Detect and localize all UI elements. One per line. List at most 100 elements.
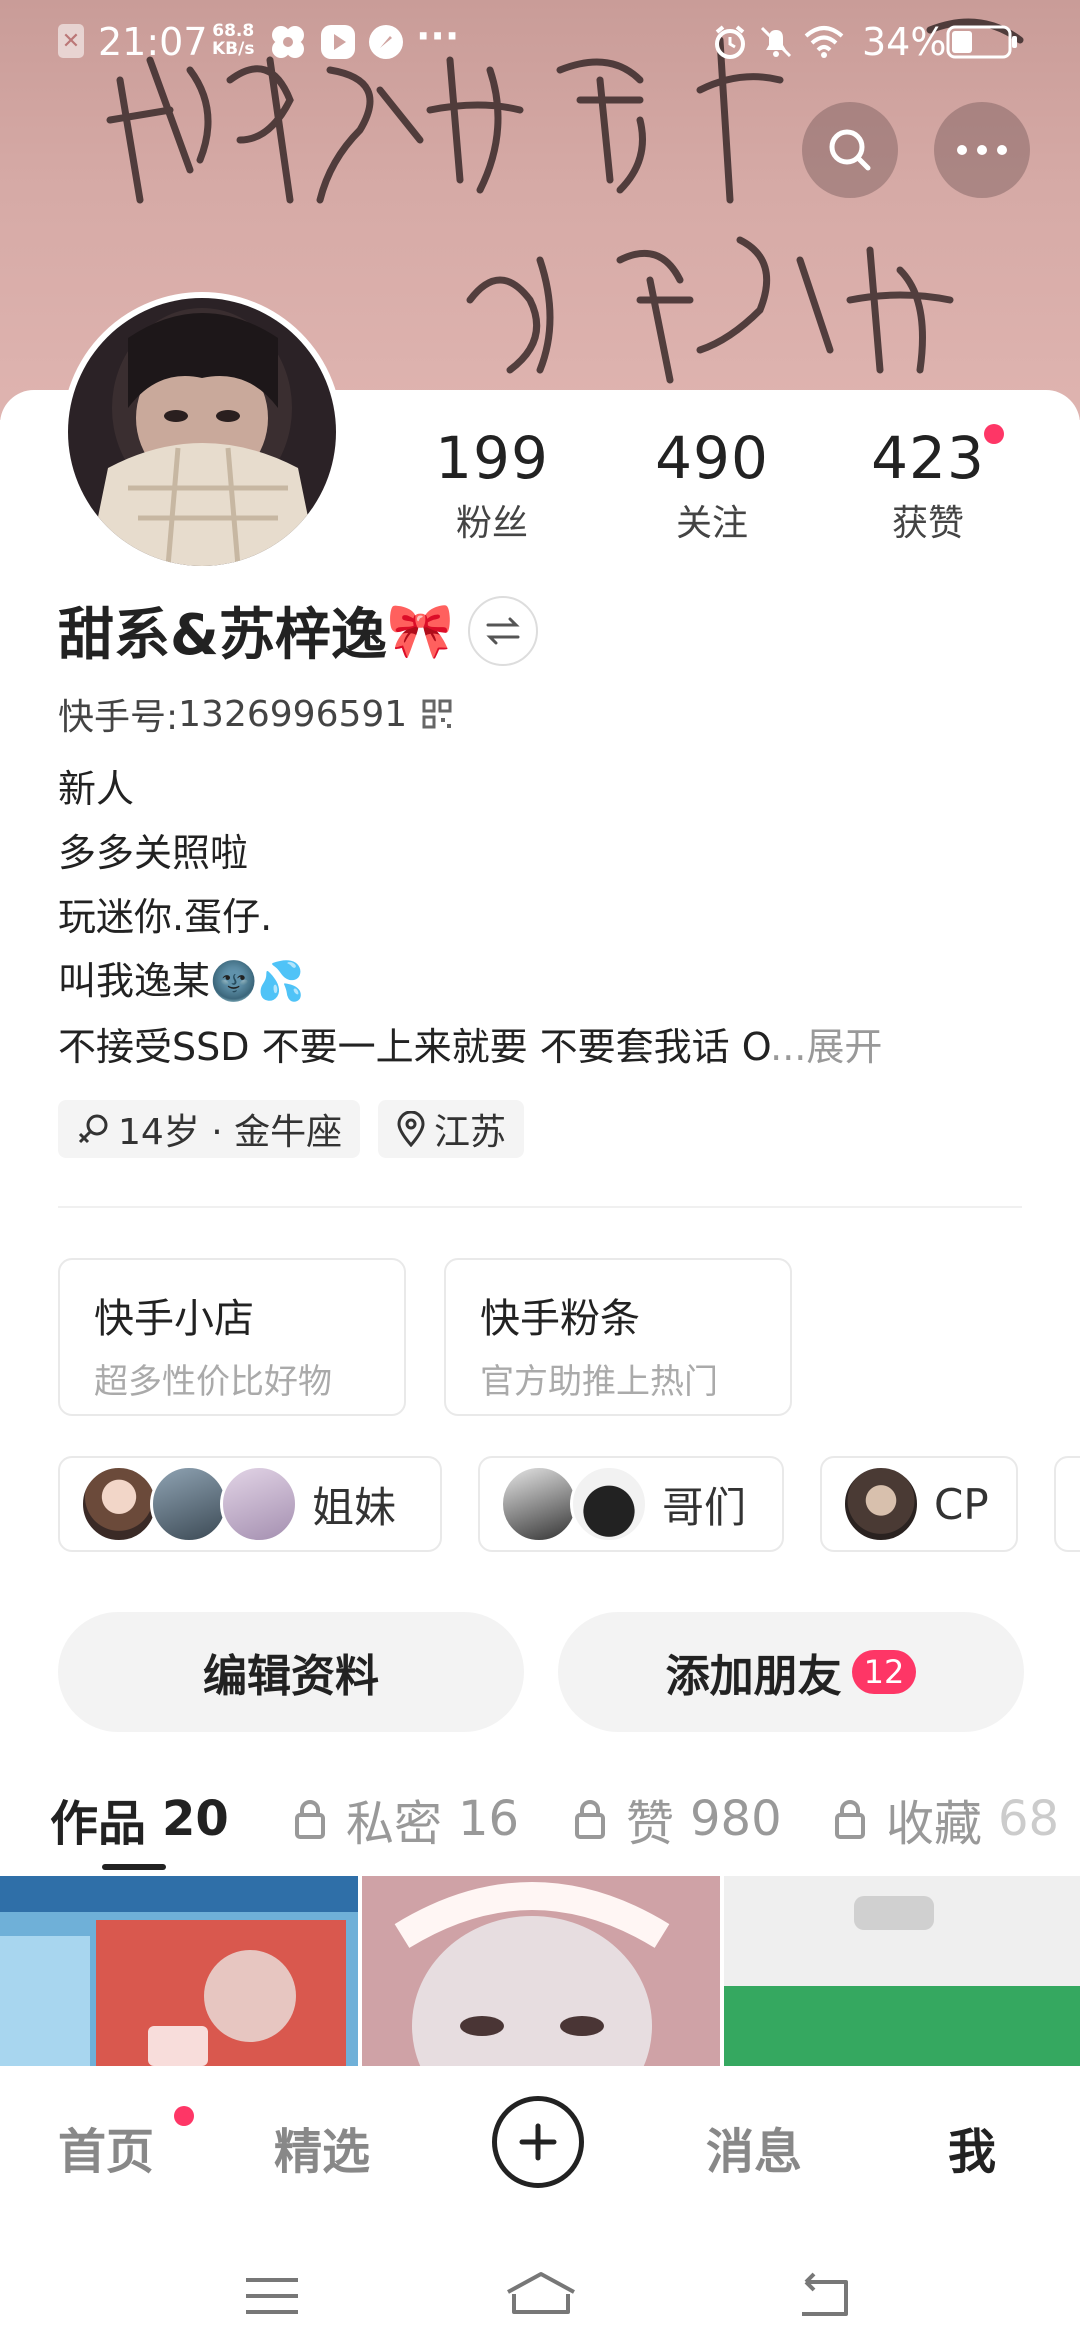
- home-notification-dot: [174, 2106, 194, 2126]
- tab-private[interactable]: 私密 16: [294, 1784, 519, 1854]
- name-row: 甜系&苏梓逸 🎀: [58, 590, 539, 671]
- group-label: 哥们: [662, 1482, 747, 1532]
- avatar-photo: [68, 298, 336, 566]
- nav-featured[interactable]: 精选: [274, 2112, 370, 2182]
- kuaishou-promotion-card[interactable]: 快手粉条 官方助推上热门: [444, 1258, 792, 1416]
- bio-line: 多多关照啦: [58, 831, 249, 875]
- video-thumbnail[interactable]: [0, 1876, 358, 2066]
- likes-stat[interactable]: 423 获赞: [868, 424, 988, 546]
- bio-text: 不接受SSD 不要一上来就要 不要套我话 O: [58, 1025, 771, 1069]
- group-member-avatar: [842, 1465, 920, 1543]
- plus-icon: [519, 2123, 557, 2161]
- bio-line: 玩迷你.蛋仔.: [58, 895, 273, 939]
- alarm-icon: [712, 24, 748, 60]
- network-speed-value: 68.8: [212, 21, 255, 41]
- tab-label: 作品: [50, 1796, 147, 1852]
- status-bar: ✕ 21:07 68.8 KB/s ··· 34%: [0, 0, 1080, 86]
- more-dots-icon: [957, 145, 1007, 155]
- video-thumbnail[interactable]: [362, 1876, 720, 2066]
- network-speed: 68.8 KB/s: [212, 22, 254, 58]
- group-member-avatar: [570, 1465, 648, 1543]
- bio-line-last: 不接受SSD 不要一上来就要 不要套我话 O...展开: [58, 1016, 1038, 1071]
- swap-arrows-icon: [486, 617, 520, 644]
- group-label: CP: [934, 1479, 989, 1529]
- tab-count: 20: [162, 1791, 229, 1847]
- tab-works[interactable]: 作品 20: [50, 1784, 229, 1854]
- lock-icon: [575, 1800, 605, 1839]
- bio-expand-link[interactable]: 展开: [806, 1025, 882, 1069]
- add-friends-label: 添加朋友: [665, 1651, 842, 1702]
- group-more[interactable]: [1054, 1456, 1080, 1552]
- more-button[interactable]: [934, 102, 1030, 198]
- create-post-button[interactable]: [492, 2096, 584, 2188]
- card-title: 快手小店: [94, 1296, 254, 1342]
- divider: [58, 1206, 1022, 1208]
- tab-favorites[interactable]: 收藏 68: [834, 1784, 1059, 1854]
- tab-label: 赞: [626, 1796, 675, 1852]
- location-tag: 江苏: [378, 1100, 525, 1158]
- group-cp[interactable]: CP: [820, 1456, 1018, 1552]
- app-notification-icon: [270, 24, 306, 60]
- kuaishou-id: 1326996591: [178, 693, 408, 735]
- group-bros[interactable]: 哥们: [478, 1456, 784, 1552]
- tab-count: 980: [690, 1791, 782, 1847]
- nav-home[interactable]: 首页: [58, 2112, 154, 2182]
- followers-count: 199: [435, 424, 549, 492]
- nav-me[interactable]: 我: [948, 2112, 996, 2182]
- location-text: 江苏: [434, 1112, 507, 1153]
- likes-label: 获赞: [891, 503, 964, 544]
- video-app-icon: [320, 24, 356, 60]
- tab-count: 16: [458, 1791, 520, 1847]
- video-thumbnail[interactable]: [724, 1876, 1080, 2066]
- lock-icon: [295, 1800, 325, 1839]
- system-navigation-bar: [0, 2216, 1080, 2340]
- bio-line: 叫我逸某🌚💦: [58, 959, 305, 1003]
- avatar[interactable]: [62, 292, 342, 572]
- likes-count: 423: [871, 424, 985, 492]
- lock-icon: [835, 1800, 865, 1839]
- followers-label: 粉丝: [455, 503, 528, 544]
- following-label: 关注: [675, 503, 748, 544]
- notification-close-icon: ✕: [58, 24, 84, 58]
- bow-emoji: 🎀: [386, 598, 455, 662]
- followers-stat[interactable]: 199 粉丝: [432, 424, 552, 546]
- game-screenshot-image: [0, 1876, 358, 2066]
- switch-account-button[interactable]: [468, 595, 539, 666]
- qr-code-icon[interactable]: [421, 698, 453, 730]
- following-count: 490: [655, 424, 769, 492]
- group-label: 姐妹: [312, 1482, 397, 1532]
- home-icon[interactable]: [504, 2270, 578, 2316]
- kuaishou-shop-card[interactable]: 快手小店 超多性价比好物: [58, 1258, 406, 1416]
- tab-liked[interactable]: 赞 980: [574, 1784, 782, 1854]
- nav-messages[interactable]: 消息: [706, 2112, 802, 2182]
- blurred-screenshot-image: [724, 1876, 1080, 2066]
- more-notifications-icon: ···: [416, 14, 460, 58]
- kuaishou-id-row[interactable]: 快手号: 1326996591: [58, 688, 453, 740]
- battery-percentage: 34%: [862, 20, 947, 64]
- selfie-photo-image: [362, 1876, 720, 2066]
- active-tab-indicator: [102, 1864, 166, 1870]
- group-member-avatar: [500, 1465, 578, 1543]
- battery-icon: [946, 24, 1020, 60]
- tab-label: 私密: [346, 1796, 443, 1852]
- tab-count: 68: [998, 1791, 1060, 1847]
- card-title: 快手粉条: [480, 1296, 640, 1342]
- gender-icon: [78, 1114, 108, 1144]
- tab-label: 收藏: [886, 1796, 983, 1852]
- search-button[interactable]: [802, 102, 898, 198]
- age-zodiac-tag: 14岁 · 金牛座: [58, 1100, 361, 1158]
- group-member-avatar: [150, 1465, 228, 1543]
- menu-icon[interactable]: [244, 2276, 300, 2316]
- add-friends-button[interactable]: 添加朋友 12: [558, 1612, 1024, 1732]
- compass-app-icon: [368, 24, 404, 60]
- profile-name: 甜系&苏梓逸: [58, 603, 387, 668]
- edit-profile-button[interactable]: 编辑资料: [58, 1612, 524, 1732]
- following-stat[interactable]: 490 关注: [652, 424, 772, 546]
- bottom-navigation: 首页 精选 消息 我: [0, 2066, 1080, 2216]
- age-zodiac-text: 14岁 · 金牛座: [118, 1112, 343, 1153]
- add-friends-badge: 12: [851, 1650, 917, 1694]
- status-time: 21:07: [98, 20, 208, 64]
- back-icon[interactable]: [796, 2272, 852, 2318]
- group-sisters[interactable]: 姐妹: [58, 1456, 442, 1552]
- edit-profile-label: 编辑资料: [203, 1651, 379, 1702]
